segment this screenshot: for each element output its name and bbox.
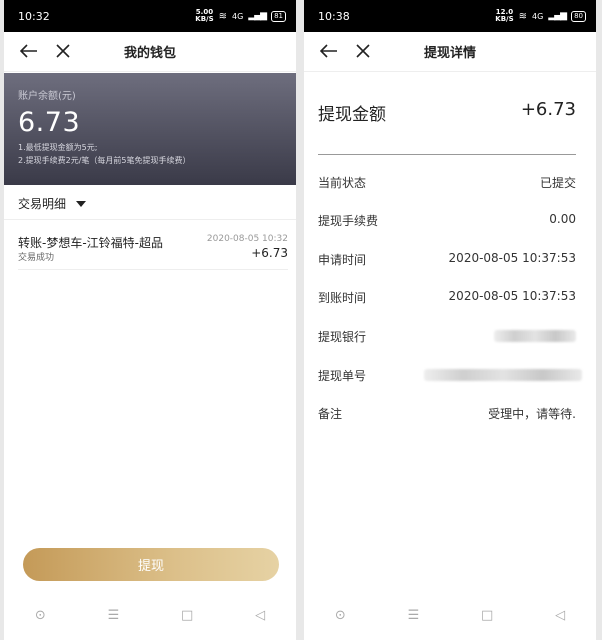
- back-icon[interactable]: ◁: [255, 608, 265, 623]
- menu-icon[interactable]: ☰: [108, 608, 120, 623]
- battery-icon: 81: [271, 10, 286, 22]
- detail-row-status: 当前状态 已提交: [318, 174, 576, 194]
- signal-icon: ▂▄▆: [248, 11, 267, 21]
- battery-icon: 80: [571, 10, 586, 22]
- detail-row-fee: 提现手续费 0.00: [318, 212, 576, 232]
- assistant-icon[interactable]: ⊙: [35, 608, 46, 623]
- detail-label: 提现单号: [318, 369, 367, 383]
- signal-type: 4G: [232, 11, 244, 21]
- wifi-icon: ≋: [518, 10, 528, 22]
- balance-note: 1.最低提现金额为5元; 2.提现手续费2元/笔（每月前5笔免提现手续费）: [18, 143, 191, 165]
- detail-label: 到账时间: [318, 291, 367, 305]
- page-title: 提现详情: [423, 46, 476, 61]
- network-speed: 12.0 KB/S: [495, 8, 514, 23]
- caret-down-icon: [76, 200, 87, 207]
- balance-label: 账户余额(元): [18, 91, 76, 102]
- detail-value: 0.00: [549, 212, 576, 226]
- withdraw-button[interactable]: 提现: [23, 548, 279, 581]
- wallet-screen: 10:32 5.00 KB/S ≋ 4G ▂▄▆ 81 我的钱包 账户余额(元)…: [4, 0, 296, 640]
- detail-value: 2020-08-05 10:37:53: [448, 251, 576, 265]
- detail-label: 当前状态: [318, 176, 367, 190]
- redacted-order-number: [424, 369, 582, 381]
- system-nav-bar: ⊙ ☰ □ ◁: [4, 598, 296, 632]
- detail-row-apply-time: 申请时间 2020-08-05 10:37:53: [318, 251, 576, 271]
- transaction-name: 转账-梦想车-江铃福特-超品: [18, 236, 163, 250]
- signal-icon: ▂▄▆: [548, 11, 567, 21]
- detail-label: 申请时间: [318, 253, 367, 267]
- transactions-dropdown[interactable]: 交易明细: [4, 188, 296, 220]
- status-time: 10:38: [318, 9, 350, 23]
- back-icon[interactable]: ◁: [555, 608, 565, 623]
- withdraw-amount-row: 提现金额 +6.73: [318, 96, 576, 128]
- balance-value: 6.73: [18, 107, 81, 138]
- page-title: 我的钱包: [123, 46, 176, 61]
- transactions-header-label: 交易明细: [18, 197, 67, 211]
- detail-value: 受理中，请等待.: [488, 407, 576, 421]
- status-bar: 10:38 12.0 KB/S ≋ 4G ▂▄▆ 80: [304, 0, 596, 32]
- detail-label: 备注: [318, 407, 343, 421]
- system-nav-bar: ⊙ ☰ □ ◁: [304, 598, 596, 632]
- wifi-icon: ≋: [218, 10, 228, 22]
- detail-label: 提现手续费: [318, 214, 379, 228]
- detail-label: 提现银行: [318, 330, 367, 344]
- home-icon[interactable]: □: [481, 608, 493, 623]
- balance-card: 账户余额(元) 6.73 1.最低提现金额为5元; 2.提现手续费2元/笔（每月…: [4, 73, 296, 185]
- status-bar: 10:32 5.00 KB/S ≋ 4G ▂▄▆ 81: [4, 0, 296, 32]
- detail-row-remark: 备注 受理中，请等待.: [318, 405, 576, 425]
- transaction-row[interactable]: 转账-梦想车-江铃福特-超品 交易成功 2020-08-05 10:32 +6.…: [18, 228, 288, 270]
- network-speed: 5.00 KB/S: [195, 8, 214, 23]
- nav-bar: 提现详情: [304, 32, 596, 72]
- status-time: 10:32: [18, 9, 50, 23]
- withdraw-detail-screen: 10:38 12.0 KB/S ≋ 4G ▂▄▆ 80 提现详情 提现金额 +6…: [304, 0, 596, 640]
- detail-row-order-no: 提现单号: [318, 367, 582, 387]
- detail-value: 2020-08-05 10:37:53: [448, 289, 576, 303]
- home-icon[interactable]: □: [181, 608, 193, 623]
- assistant-icon[interactable]: ⊙: [335, 608, 346, 623]
- transaction-amount: +6.73: [251, 246, 288, 260]
- transaction-status: 交易成功: [18, 253, 55, 263]
- detail-value: 已提交: [539, 176, 576, 190]
- redacted-bank: [494, 330, 576, 342]
- detail-row-bank: 提现银行: [318, 328, 576, 348]
- transaction-time: 2020-08-05 10:32: [206, 234, 288, 244]
- menu-icon[interactable]: ☰: [408, 608, 420, 623]
- detail-row-arrive-time: 到账时间 2020-08-05 10:37:53: [318, 289, 576, 309]
- nav-bar: 我的钱包: [4, 32, 296, 72]
- withdraw-amount-value: +6.73: [520, 99, 576, 120]
- withdraw-amount-label: 提现金额: [318, 105, 386, 125]
- signal-type: 4G: [532, 11, 544, 21]
- divider: [318, 154, 576, 155]
